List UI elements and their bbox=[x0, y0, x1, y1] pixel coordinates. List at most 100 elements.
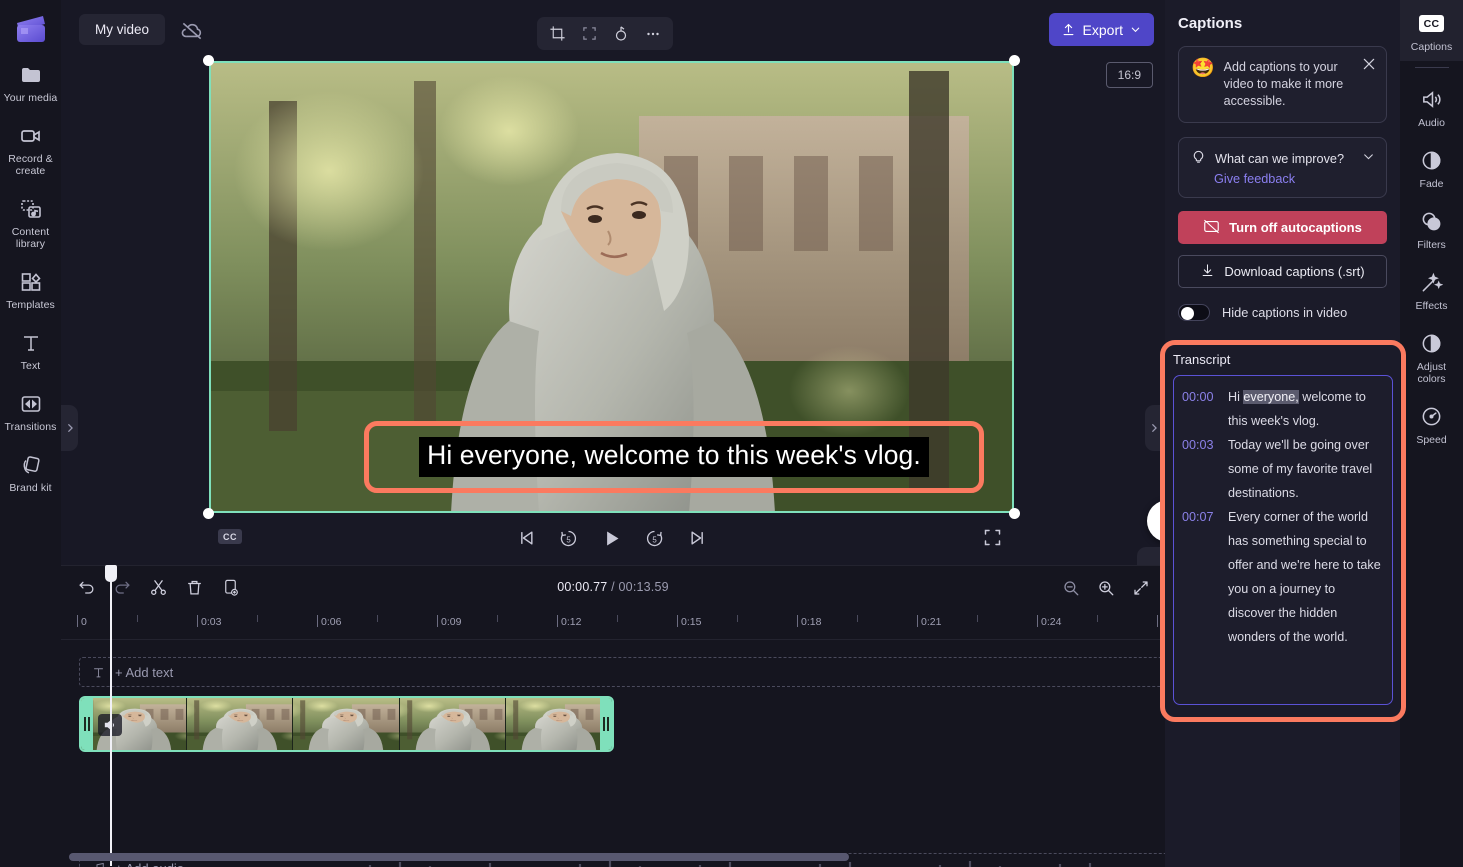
forward-5-button[interactable]: 5 bbox=[642, 525, 668, 551]
sidebar-item-transitions[interactable]: Transitions bbox=[0, 383, 61, 440]
sidebar-label: Templates bbox=[6, 299, 55, 311]
templates-icon bbox=[19, 270, 43, 294]
ruler-label: 0:18 bbox=[801, 616, 822, 628]
collapse-right-panel-button[interactable] bbox=[1145, 405, 1162, 451]
skip-to-end-button[interactable] bbox=[685, 525, 711, 551]
rail-item-filters[interactable]: Filters bbox=[1400, 198, 1463, 259]
undo-button[interactable] bbox=[75, 576, 98, 599]
skip-to-start-button[interactable] bbox=[513, 525, 539, 551]
transcript-text[interactable]: Hi everyone, welcome to this week's vlog… bbox=[1228, 385, 1385, 433]
rail-item-captions[interactable]: CC Captions bbox=[1400, 0, 1463, 61]
sidebar-label: Content library bbox=[11, 226, 50, 250]
zoom-in-button[interactable] bbox=[1095, 577, 1116, 598]
rail-label: Speed bbox=[1416, 434, 1447, 446]
left-sidebar: Your media Record & create Content libra… bbox=[0, 0, 61, 867]
fullscreen-button[interactable] bbox=[982, 527, 1004, 549]
rail-item-effects[interactable]: Effects bbox=[1400, 259, 1463, 320]
add-audio-label: + Add audio bbox=[115, 861, 184, 867]
rail-item-adjust-colors[interactable]: Adjust colors bbox=[1400, 320, 1463, 393]
sidebar-label: Transitions bbox=[4, 421, 57, 433]
timeline-ruler[interactable]: 0 0:03 0:06 0:09 0:12 0:15 0:18 0:21 0:24 bbox=[61, 609, 1165, 640]
transcript-selected-word[interactable]: everyone, bbox=[1243, 390, 1299, 404]
resize-handle-bottom-right[interactable] bbox=[1009, 508, 1020, 519]
transcript-line[interactable]: 00:00 Hi everyone, welcome to this week's… bbox=[1182, 385, 1385, 433]
clip-trim-handle-left[interactable] bbox=[81, 698, 93, 750]
hide-captions-row[interactable]: Hide captions in video bbox=[1178, 304, 1400, 321]
cloud-off-icon[interactable] bbox=[179, 18, 205, 44]
sidebar-item-content-library[interactable]: Content library bbox=[0, 188, 61, 257]
transcript-text[interactable]: Today we'll be going over some of my fav… bbox=[1228, 433, 1385, 505]
turn-off-autocaptions-button[interactable]: Turn off autocaptions bbox=[1178, 211, 1387, 244]
ruler-minor-tick bbox=[257, 615, 258, 622]
resize-handle-top-left[interactable] bbox=[203, 55, 214, 66]
clip-trim-handle-right[interactable] bbox=[600, 698, 612, 750]
collapse-left-panel-button[interactable] bbox=[61, 405, 78, 451]
timeline-toolbar: 00:00.77 / 00:13.59 bbox=[61, 565, 1165, 609]
transcript-line[interactable]: 00:07 Every corner of the world has somet… bbox=[1182, 505, 1385, 649]
transcript-box[interactable]: 00:00 Hi everyone, welcome to this week's… bbox=[1173, 375, 1393, 705]
sidebar-item-text[interactable]: Text bbox=[0, 322, 61, 379]
caption-overlay-box[interactable]: Hi everyone, welcome to this week's vlog… bbox=[364, 421, 984, 493]
delete-button[interactable] bbox=[183, 576, 206, 599]
download-label: Download captions (.srt) bbox=[1224, 264, 1365, 279]
current-time: 00:00.77 bbox=[557, 580, 608, 594]
rail-item-audio[interactable]: Audio bbox=[1400, 76, 1463, 137]
transcript-text[interactable]: Every corner of the world has something … bbox=[1228, 505, 1385, 649]
project-name-field[interactable]: My video bbox=[79, 14, 166, 45]
close-icon[interactable] bbox=[1361, 56, 1377, 72]
sidebar-item-brand-kit[interactable]: Brand kit bbox=[0, 444, 61, 501]
more-options-button[interactable] bbox=[639, 20, 667, 47]
video-clip[interactable] bbox=[79, 696, 614, 752]
transcript-timestamp: 00:03 bbox=[1182, 438, 1214, 452]
rail-item-fade[interactable]: Fade bbox=[1400, 137, 1463, 198]
fit-to-frame-button[interactable] bbox=[575, 20, 603, 47]
speaker-icon bbox=[1420, 87, 1444, 111]
sidebar-label: Record & create bbox=[8, 153, 53, 177]
export-button[interactable]: Export bbox=[1048, 13, 1154, 46]
promo-text: Add captions to your video to make it mo… bbox=[1223, 60, 1344, 108]
split-button[interactable] bbox=[147, 576, 170, 599]
chevron-down-icon[interactable] bbox=[1362, 150, 1375, 168]
ruler-minor-tick bbox=[977, 615, 978, 622]
add-text-track[interactable]: + Add text bbox=[79, 657, 1165, 687]
ruler-label: 0:09 bbox=[441, 616, 462, 628]
clip-audio-icon[interactable] bbox=[98, 714, 122, 736]
cc-toggle-button[interactable]: CC bbox=[218, 529, 242, 544]
transcript-timestamp: 00:07 bbox=[1182, 510, 1214, 524]
crop-tool-button[interactable] bbox=[543, 20, 571, 47]
rail-divider bbox=[1414, 67, 1449, 68]
feedback-card[interactable]: What can we improve? Give feedback bbox=[1178, 137, 1387, 198]
video-canvas[interactable]: Hi everyone, welcome to this week's vlog… bbox=[203, 55, 1020, 519]
transcript-line[interactable]: 00:03 Today we'll be going over some of m… bbox=[1182, 433, 1385, 505]
aspect-ratio-badge[interactable]: 16:9 bbox=[1105, 62, 1153, 88]
duplicate-button[interactable] bbox=[219, 576, 242, 599]
download-captions-button[interactable]: Download captions (.srt) bbox=[1178, 255, 1387, 288]
transcript-timestamp: 00:00 bbox=[1182, 390, 1214, 404]
ruler-tick bbox=[437, 615, 438, 627]
captions-promo-card: 🤩 Add captions to your video to make it … bbox=[1178, 46, 1387, 123]
give-feedback-link[interactable]: Give feedback bbox=[1214, 172, 1375, 186]
ruler-label: 0:06 bbox=[321, 616, 342, 628]
sidebar-item-templates[interactable]: Templates bbox=[0, 261, 61, 318]
fit-to-timeline-button[interactable] bbox=[1130, 577, 1151, 598]
resize-handle-bottom-left[interactable] bbox=[203, 508, 214, 519]
rotate-tool-button[interactable] bbox=[607, 20, 635, 47]
rail-item-speed[interactable]: Speed bbox=[1400, 393, 1463, 454]
speedometer-icon bbox=[1420, 404, 1444, 428]
timeline-edit-tools bbox=[75, 576, 242, 599]
turn-off-label: Turn off autocaptions bbox=[1229, 220, 1362, 235]
rewind-5-button[interactable]: 5 bbox=[556, 525, 582, 551]
sidebar-item-your-media[interactable]: Your media bbox=[0, 54, 61, 111]
redo-button[interactable] bbox=[111, 576, 134, 599]
rail-label: Fade bbox=[1419, 178, 1444, 190]
add-text-label: + Add text bbox=[115, 664, 174, 680]
clipchamp-logo-icon[interactable] bbox=[11, 10, 51, 50]
resize-handle-top-right[interactable] bbox=[1009, 55, 1020, 66]
zoom-out-button[interactable] bbox=[1060, 577, 1081, 598]
play-button[interactable] bbox=[599, 525, 625, 551]
ruler-label: 0:03 bbox=[201, 616, 222, 628]
time-separator: / bbox=[611, 580, 615, 594]
hide-captions-toggle[interactable] bbox=[1178, 304, 1210, 321]
sidebar-item-record-create[interactable]: Record & create bbox=[0, 115, 61, 184]
timeline-horizontal-scrollbar[interactable] bbox=[69, 853, 849, 861]
